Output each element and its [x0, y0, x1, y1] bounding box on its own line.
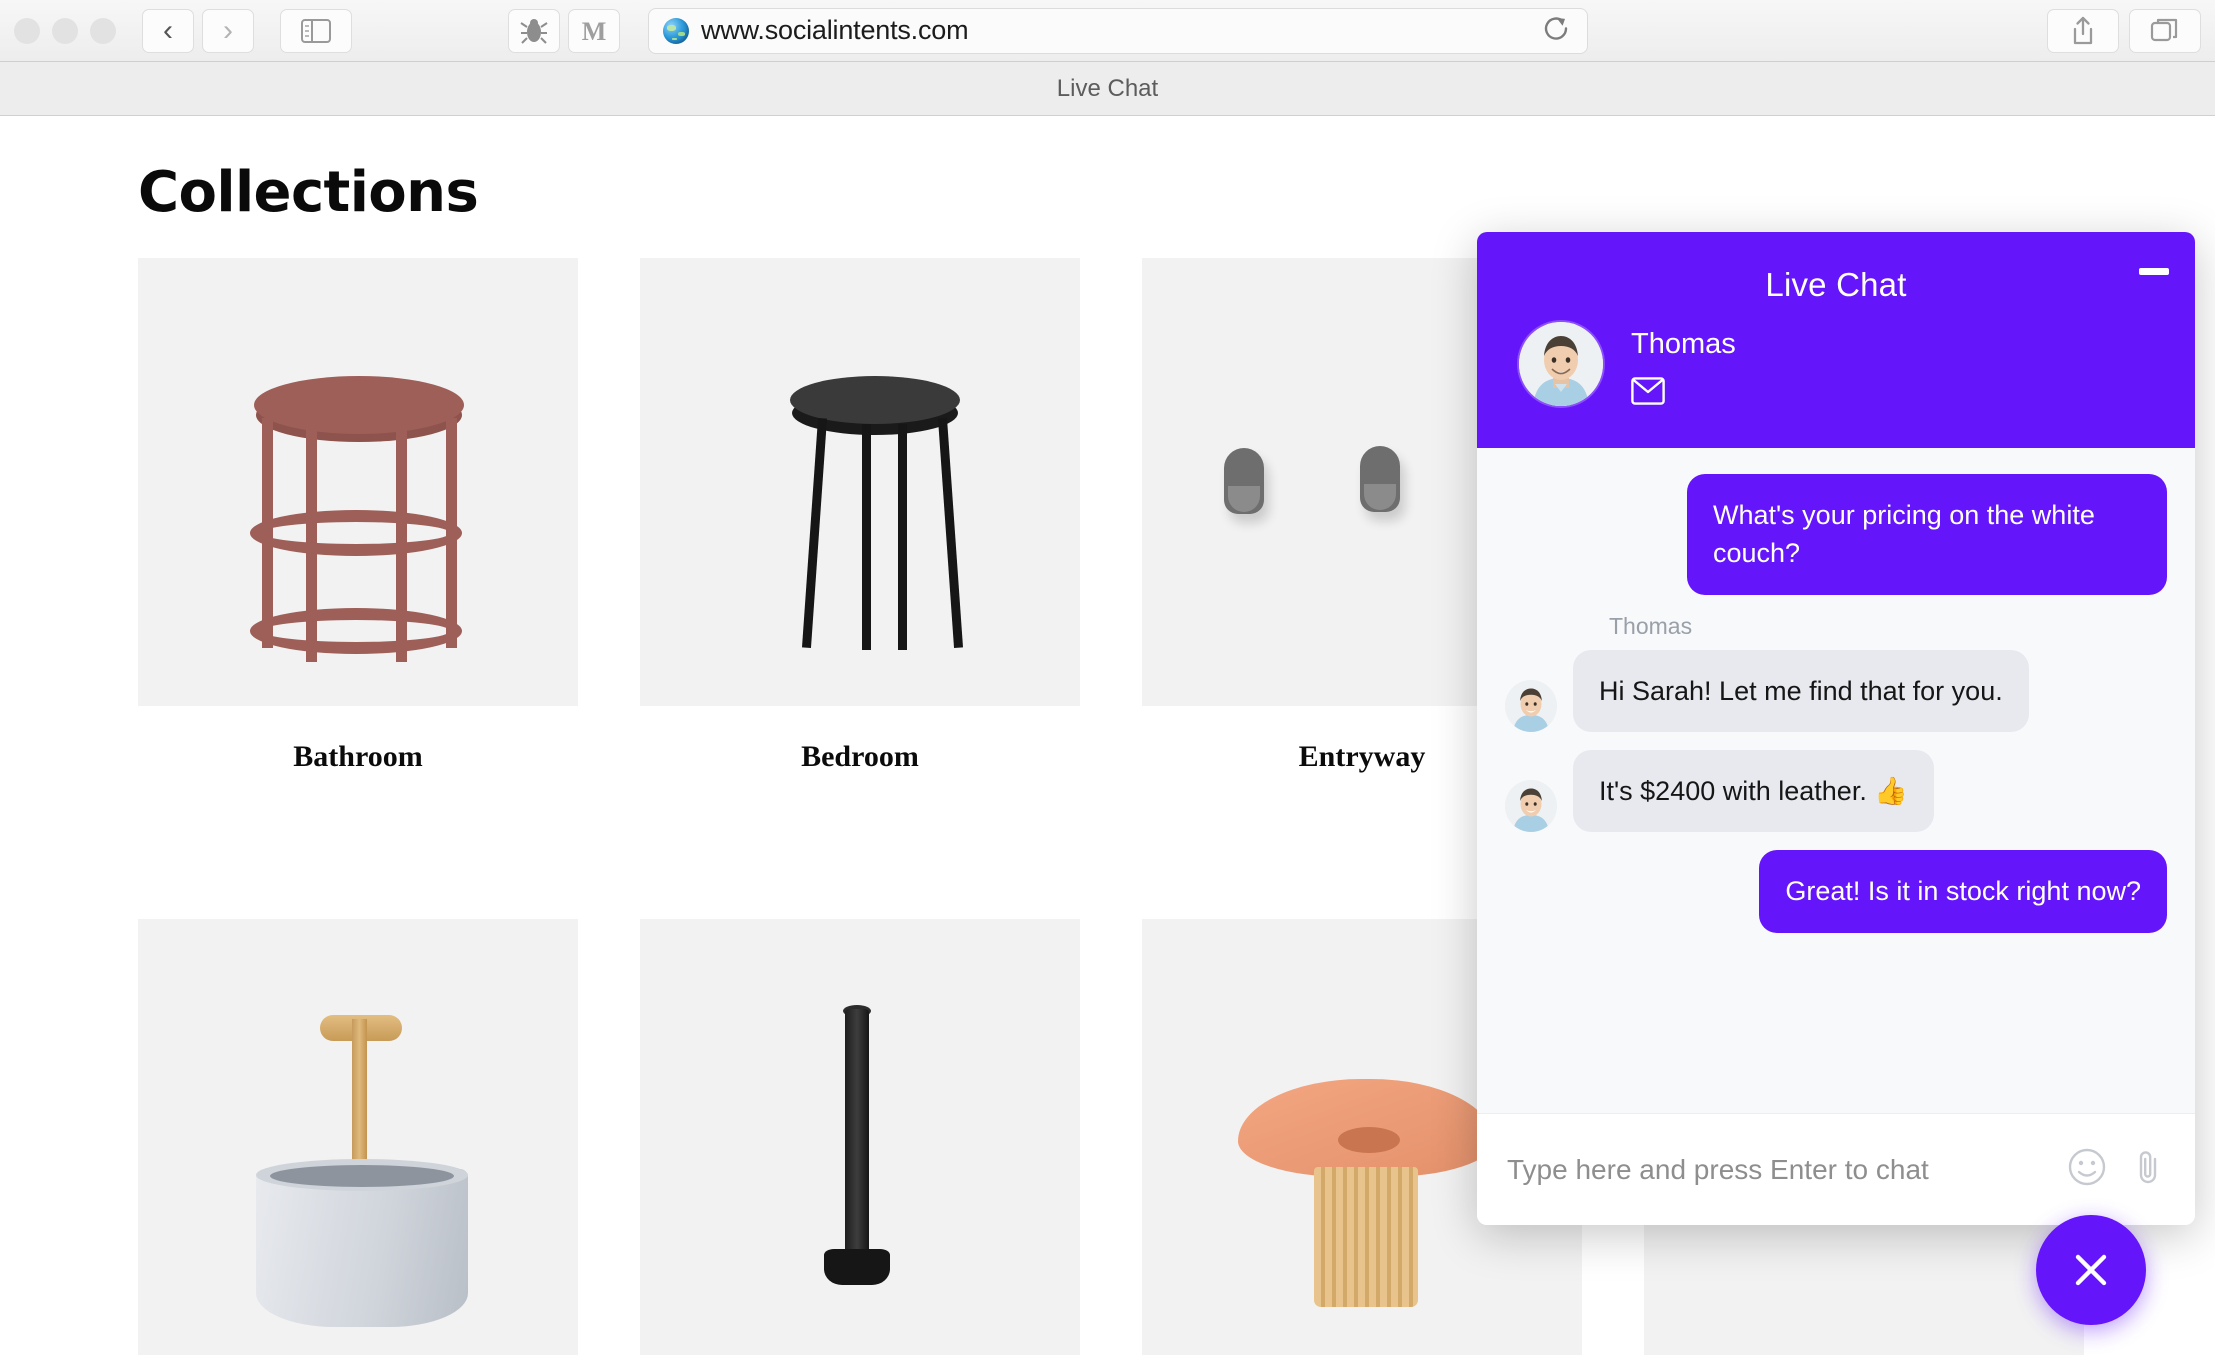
chat-message-visitor: What's your pricing on the white couch?	[1505, 474, 2167, 595]
url-text: www.socialintents.com	[701, 15, 968, 46]
medium-extension-button[interactable]: M	[568, 9, 620, 53]
svg-text:M: M	[582, 17, 607, 45]
message-bubble: Great! Is it in stock right now?	[1759, 850, 2167, 932]
paperclip-icon	[2131, 1147, 2165, 1187]
chat-message-agent: Hi Sarah! Let me find that for you.	[1505, 650, 2167, 732]
address-bar[interactable]: www.socialintents.com	[648, 8, 1588, 54]
avatar-photo	[1519, 322, 1603, 406]
forward-button[interactable]: ›	[202, 9, 254, 53]
sidebar-toggle-button[interactable]	[280, 9, 352, 53]
chat-header: Live Chat Thomas	[1477, 232, 2195, 448]
minimize-window-button[interactable]	[52, 18, 78, 44]
collection-caption: Bathroom	[138, 740, 578, 774]
white-bin-illustration	[138, 919, 578, 1355]
chat-input-bar	[1477, 1113, 2195, 1225]
zoom-window-button[interactable]	[90, 18, 116, 44]
message-sender-label: Thomas	[1609, 613, 2167, 640]
window-controls[interactable]	[14, 18, 116, 44]
agent-mini-avatar	[1505, 680, 1557, 732]
reload-button[interactable]	[1541, 13, 1571, 48]
bug-extension-button[interactable]	[508, 9, 560, 53]
black-pole-illustration	[640, 919, 1080, 1355]
agent-meta: Thomas	[1631, 322, 1736, 410]
agent-mini-avatar	[1505, 780, 1557, 832]
agent-name: Thomas	[1631, 328, 1736, 361]
chat-input-actions	[2067, 1147, 2165, 1192]
chat-message-agent: It's $2400 with leather. 👍	[1505, 750, 2167, 832]
share-button[interactable]	[2047, 9, 2119, 53]
product-thumbnail-white-bin[interactable]	[138, 919, 578, 1355]
black-stool-illustration	[640, 258, 1080, 706]
chat-message-list[interactable]: What's your pricing on the white couch? …	[1477, 448, 2195, 1113]
message-bubble: What's your pricing on the white couch?	[1687, 474, 2167, 595]
collection-card-bathroom[interactable]: Bathroom	[138, 258, 578, 774]
chevron-left-icon: ‹	[163, 16, 173, 46]
attach-file-button[interactable]	[2131, 1147, 2165, 1192]
chat-message-visitor: Great! Is it in stock right now?	[1505, 850, 2167, 932]
emoji-button[interactable]	[2067, 1147, 2107, 1192]
avatar-photo	[1505, 780, 1557, 832]
avatar-photo	[1505, 680, 1557, 732]
close-window-button[interactable]	[14, 18, 40, 44]
product-thumbnail-black-pole[interactable]	[640, 919, 1080, 1355]
live-chat-widget: Live Chat Thomas	[1477, 232, 2195, 1225]
reload-icon	[1541, 13, 1571, 43]
tabs-icon	[2150, 17, 2180, 45]
collection-caption: Bedroom	[640, 740, 1080, 774]
toolbar-right-group	[2047, 9, 2201, 53]
rust-stool-illustration	[138, 258, 578, 706]
message-bubble: Hi Sarah! Let me find that for you.	[1573, 650, 2029, 732]
close-x-icon	[2065, 1244, 2117, 1296]
extension-buttons: M	[508, 9, 620, 53]
globe-icon	[663, 18, 689, 44]
tab-bar: Live Chat	[0, 62, 2215, 116]
chat-input[interactable]	[1507, 1154, 2067, 1186]
show-all-tabs-button[interactable]	[2129, 9, 2201, 53]
agent-avatar	[1519, 322, 1603, 406]
share-icon	[2070, 16, 2096, 46]
bug-icon	[519, 17, 549, 45]
collections-row-1: Bathroom Bedroom	[138, 258, 1582, 774]
page-title: Collections	[138, 160, 478, 225]
agent-info: Thomas	[1477, 304, 2195, 410]
message-bubble: It's $2400 with leather. 👍	[1573, 750, 1934, 832]
collection-card-black-pole[interactable]	[640, 919, 1080, 1355]
active-tab-title[interactable]: Live Chat	[1057, 75, 1158, 103]
navigation-buttons: ‹ ›	[142, 9, 254, 53]
medium-icon: M	[579, 17, 609, 45]
email-agent-button[interactable]	[1631, 377, 1736, 410]
sidebar-toggle-group	[280, 9, 352, 53]
collection-card-bedroom[interactable]: Bedroom	[640, 258, 1080, 774]
product-thumbnail-black-stool[interactable]	[640, 258, 1080, 706]
chat-header-title: Live Chat	[1477, 232, 2195, 304]
chevron-right-icon: ›	[223, 16, 233, 46]
browser-toolbar: ‹ ›	[0, 0, 2215, 62]
envelope-icon	[1631, 377, 1665, 405]
emoji-icon	[2067, 1147, 2107, 1187]
product-thumbnail-rust-stool[interactable]	[138, 258, 578, 706]
minimize-chat-button[interactable]	[2139, 268, 2169, 275]
collection-card-white-bin[interactable]	[138, 919, 578, 1355]
sidebar-icon	[301, 19, 331, 43]
chat-launcher-close-button[interactable]	[2036, 1215, 2146, 1325]
back-button[interactable]: ‹	[142, 9, 194, 53]
